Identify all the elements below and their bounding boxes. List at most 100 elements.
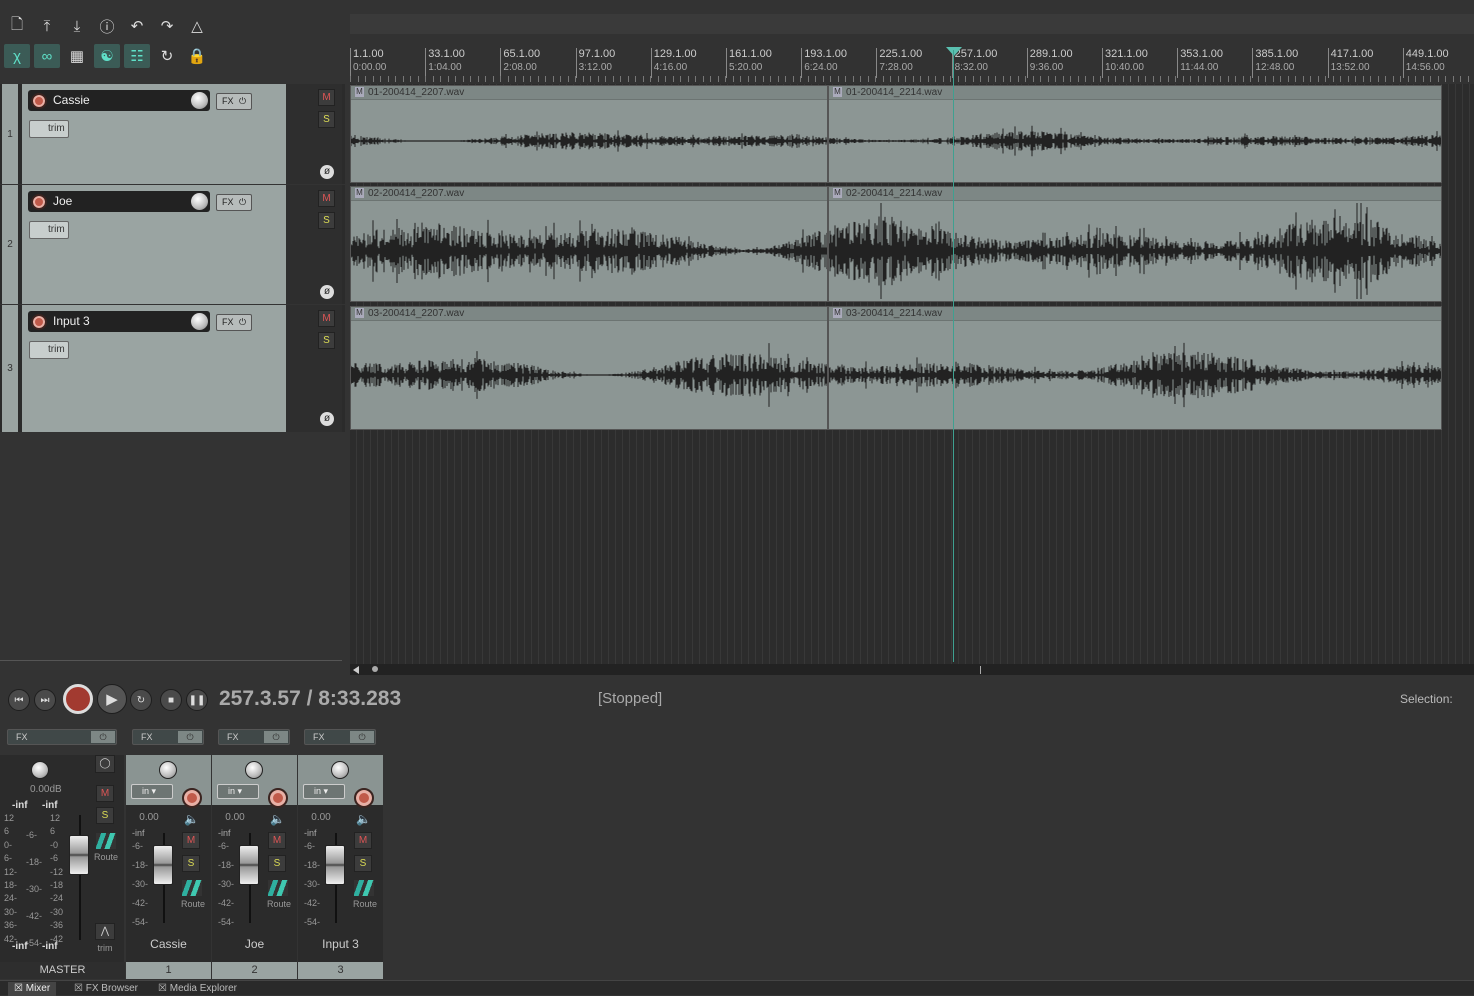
mute-button[interactable]: M bbox=[96, 785, 114, 802]
stop-button[interactable]: ■ bbox=[160, 689, 182, 711]
track-3[interactable]: 3 Input 3 FX ⏻ trim M S ø bbox=[0, 305, 345, 432]
solo-button[interactable]: S bbox=[96, 807, 114, 824]
grid-icon[interactable]: ▦ bbox=[64, 44, 90, 68]
fx-button[interactable]: FX ⏻ bbox=[132, 729, 204, 745]
mute-button[interactable]: M bbox=[318, 310, 335, 327]
track-lanes[interactable]: M 01-200414_2207.wav M 01-200414_2214.wav M 0… bbox=[350, 84, 1474, 664]
undo-icon[interactable]: ↶ bbox=[124, 14, 150, 38]
solo-button[interactable]: S bbox=[268, 855, 286, 872]
new-project-icon[interactable]: 🗋 bbox=[4, 14, 30, 38]
scroll-thumb[interactable] bbox=[372, 666, 378, 672]
arrange-view[interactable]: 1.1.00 0:00.00 33.1.00 1:04.00 65.1.00 2:08.0… bbox=[350, 14, 1474, 664]
speaker-icon[interactable]: 🔈 bbox=[270, 812, 285, 826]
save-as-icon[interactable]: ⤓ bbox=[64, 14, 90, 38]
record-arm-button[interactable] bbox=[31, 194, 47, 210]
media-item[interactable]: M 02-200414_2214.wav bbox=[828, 186, 1442, 302]
record-arm-button[interactable] bbox=[31, 314, 47, 330]
volume-fader[interactable] bbox=[325, 845, 345, 885]
media-item[interactable]: M 02-200414_2207.wav bbox=[350, 186, 828, 302]
loop-icon[interactable]: ↻ bbox=[154, 44, 180, 68]
input-select[interactable]: in ▾ bbox=[131, 784, 173, 799]
channel-number[interactable]: 3 bbox=[298, 962, 383, 979]
info-icon[interactable]: ⓘ bbox=[94, 14, 120, 38]
media-item[interactable]: M 03-200414_2207.wav bbox=[350, 306, 828, 430]
mute-button[interactable]: M bbox=[354, 832, 372, 849]
volume-knob[interactable] bbox=[190, 192, 209, 211]
speaker-icon[interactable]: 🔈 bbox=[184, 812, 199, 826]
redo-icon[interactable]: ↷ bbox=[154, 14, 180, 38]
tab-mixer[interactable]: ☒ Mixer bbox=[8, 982, 57, 996]
record-arm-button[interactable] bbox=[182, 788, 202, 808]
link-icon[interactable]: ∞ bbox=[34, 44, 60, 68]
fx-button[interactable]: FX ⏻ bbox=[216, 93, 252, 110]
playhead-cursor[interactable] bbox=[953, 50, 954, 662]
fx-button[interactable]: FX ⏻ bbox=[304, 729, 376, 745]
mute-button[interactable]: M bbox=[182, 832, 200, 849]
pause-button[interactable]: ❚❚ bbox=[186, 689, 208, 711]
trim-envelope-icon[interactable]: ⋀ bbox=[95, 923, 115, 940]
ripple-edit-icon[interactable]: χ bbox=[4, 44, 30, 68]
volume-knob[interactable] bbox=[190, 91, 209, 110]
mute-button[interactable]: M bbox=[318, 190, 335, 207]
master-fader[interactable] bbox=[69, 835, 89, 875]
fx-button[interactable]: FX ⏻ bbox=[216, 194, 252, 211]
phase-invert-icon[interactable]: ø bbox=[320, 165, 334, 179]
tab-fx-browser[interactable]: ☒ FX Browser bbox=[68, 982, 144, 996]
solo-button[interactable]: S bbox=[182, 855, 200, 872]
lock-grid-icon[interactable]: ☷ bbox=[124, 44, 150, 68]
go-to-end-button[interactable]: ⏭ bbox=[34, 689, 56, 711]
snap-icon[interactable]: ☯ bbox=[94, 44, 120, 68]
record-arm-button[interactable] bbox=[268, 788, 288, 808]
repeat-button[interactable]: ↻ bbox=[130, 689, 152, 711]
route-icon[interactable] bbox=[96, 833, 116, 849]
solo-button[interactable]: S bbox=[318, 212, 335, 229]
fx-button[interactable]: FX ⏻ bbox=[218, 729, 290, 745]
trim-envelope-button[interactable]: trim bbox=[29, 120, 69, 138]
playhead-marker[interactable] bbox=[946, 47, 962, 56]
track-name[interactable]: Joe bbox=[28, 191, 210, 212]
master-fx-button[interactable]: FX ⏻ bbox=[7, 729, 117, 745]
input-select[interactable]: in ▾ bbox=[303, 784, 345, 799]
volume-knob[interactable] bbox=[190, 312, 209, 331]
solo-button[interactable]: S bbox=[318, 332, 335, 349]
pan-knob[interactable] bbox=[159, 761, 177, 779]
media-item[interactable]: M 01-200414_2214.wav bbox=[828, 85, 1442, 183]
lock-icon[interactable]: 🔒 bbox=[184, 44, 210, 68]
record-arm-button[interactable] bbox=[31, 93, 47, 109]
route-icon[interactable] bbox=[182, 880, 202, 896]
media-item[interactable]: M 03-200414_2214.wav bbox=[828, 306, 1442, 430]
record-arm-button[interactable] bbox=[354, 788, 374, 808]
mute-button[interactable]: M bbox=[318, 89, 335, 106]
track-2[interactable]: 2 Joe FX ⏻ trim M S ø bbox=[0, 185, 345, 304]
solo-button[interactable]: S bbox=[318, 111, 335, 128]
phase-invert-icon[interactable]: ø bbox=[320, 285, 334, 299]
scroll-left-icon[interactable] bbox=[353, 666, 359, 674]
fx-button[interactable]: FX ⏻ bbox=[216, 314, 252, 331]
speaker-icon[interactable]: 🔈 bbox=[356, 812, 371, 826]
channel-number[interactable]: 1 bbox=[126, 962, 211, 979]
solo-button[interactable]: S bbox=[354, 855, 372, 872]
phase-invert-icon[interactable]: ø bbox=[320, 412, 334, 426]
pan-knob[interactable] bbox=[245, 761, 263, 779]
route-icon[interactable] bbox=[268, 880, 288, 896]
metronome-icon[interactable]: △ bbox=[184, 14, 210, 38]
horizontal-scrollbar[interactable] bbox=[350, 664, 1474, 675]
track-name[interactable]: Input 3 bbox=[28, 311, 210, 332]
track-1[interactable]: 1 Cassie FX ⏻ trim M S ø bbox=[0, 84, 345, 184]
save-icon[interactable]: ⤒ bbox=[34, 14, 60, 38]
mute-button[interactable]: M bbox=[268, 832, 286, 849]
volume-fader[interactable] bbox=[239, 845, 259, 885]
trim-envelope-button[interactable]: trim bbox=[29, 341, 69, 359]
track-name[interactable]: Cassie bbox=[28, 90, 210, 111]
tab-media-explorer[interactable]: ☒ Media Explorer bbox=[152, 982, 243, 996]
pan-knob[interactable] bbox=[331, 761, 349, 779]
play-button[interactable]: ▶ bbox=[97, 684, 127, 714]
channel-number[interactable]: 2 bbox=[212, 962, 297, 979]
time-position[interactable]: 257.3.57 / 8:33.283 bbox=[219, 687, 401, 711]
pan-knob[interactable] bbox=[31, 761, 49, 779]
mono-stereo-icon[interactable]: ◯ bbox=[95, 755, 115, 773]
volume-fader[interactable] bbox=[153, 845, 173, 885]
route-icon[interactable] bbox=[354, 880, 374, 896]
input-select[interactable]: in ▾ bbox=[217, 784, 259, 799]
trim-envelope-button[interactable]: trim bbox=[29, 221, 69, 239]
